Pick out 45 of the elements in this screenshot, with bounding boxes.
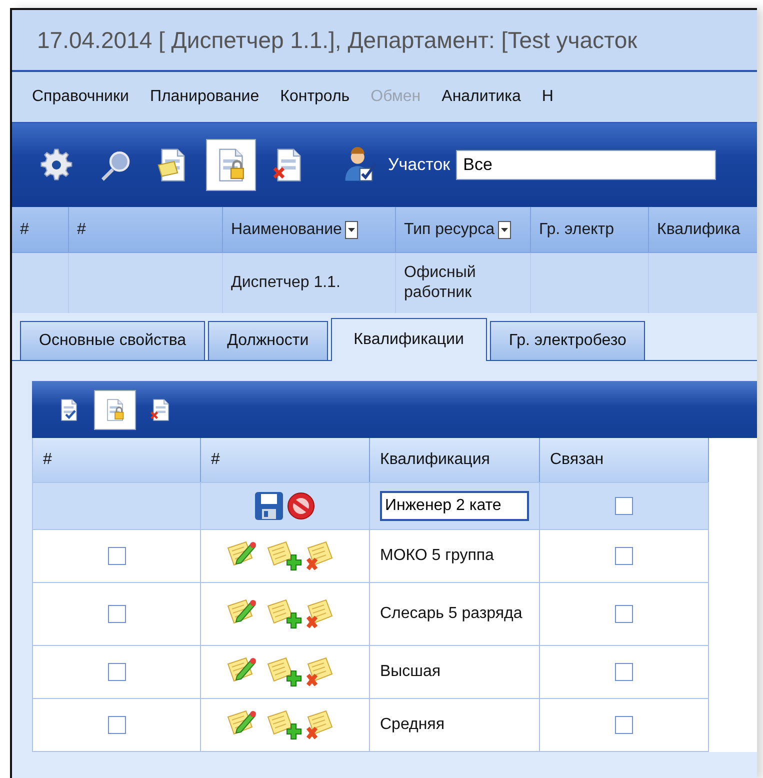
window-title: 17.04.2014 [ Диспетчер 1.1.], Департамент: [Test участок [37,26,638,54]
menu-item[interactable]: Аналитика [440,88,540,106]
tab[interactable]: Квалификации [330,318,487,361]
column-header[interactable]: # [20,220,29,238]
table-cell: Диспетчер 1.1. [231,273,340,293]
checkbox[interactable] [615,497,633,515]
save-icon[interactable] [253,490,285,522]
checkbox[interactable] [615,605,633,623]
checkbox[interactable] [108,663,126,681]
table-cell: Высшая [380,663,441,681]
text-field[interactable]: Инженер 2 кате [380,491,529,521]
menu-item[interactable]: Справочники [30,88,148,106]
tab[interactable]: Основные свойства [20,321,206,360]
tab[interactable]: Должности [208,321,328,360]
column-header[interactable]: Квалифика [657,220,740,238]
column-header[interactable]: Гр. электр [539,220,614,238]
filter-label: Участок [388,155,450,175]
column-header[interactable]: Наименование [231,220,342,238]
column-header[interactable]: # [211,451,220,469]
menu-item[interactable]: Контроль [278,88,369,106]
menu-item[interactable]: Н [540,88,572,106]
table-cell: МОКО 5 группа [380,547,494,565]
table-cell-text: Офисный работник [404,263,477,303]
column-header[interactable]: Связан [550,451,604,469]
checkbox[interactable] [615,547,633,565]
checkbox[interactable] [615,663,633,681]
filter-field[interactable]: Все [456,150,716,180]
tab[interactable]: Гр. электробезо [490,321,646,360]
column-header[interactable]: # [43,451,52,469]
table-cell: Слесарь 5 разряда [380,605,522,623]
grid-row[interactable]: Диспетчер 1.1. Офисный работник [12,253,757,313]
column-header[interactable]: Квалификация [380,451,490,469]
gear-icon[interactable] [39,147,75,183]
filter-dropdown-icon[interactable] [344,220,358,238]
checkbox[interactable] [108,547,126,565]
table-cell: Средняя [380,716,444,734]
column-header[interactable]: # [77,220,86,238]
filter-dropdown-icon[interactable] [498,220,511,238]
cancel-icon[interactable] [285,490,317,522]
checkbox[interactable] [108,605,126,623]
checkbox[interactable] [108,716,126,734]
user-check-icon[interactable] [343,147,379,183]
menu-item[interactable]: Планирование [148,88,278,106]
checkbox[interactable] [615,716,633,734]
column-header[interactable]: Тип ресурса [404,220,495,238]
